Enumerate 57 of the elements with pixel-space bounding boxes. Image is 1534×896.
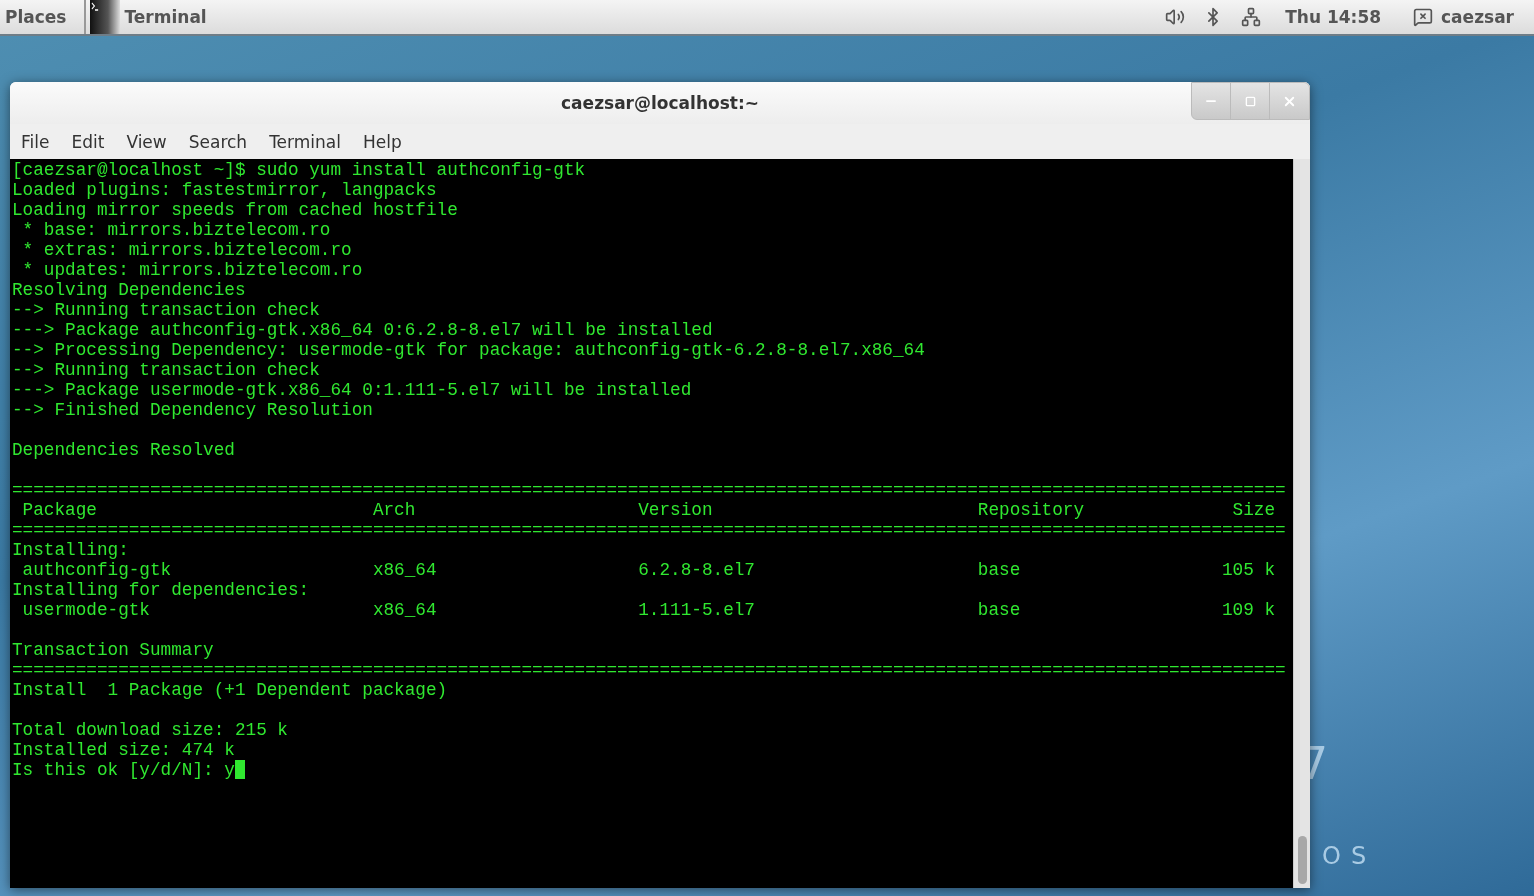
separator-line: ======================================================================================================================== — [11, 660, 1287, 680]
terminal-line: --> Running transaction check — [11, 360, 321, 380]
user-menu[interactable]: caezsar — [1441, 7, 1514, 27]
activity-label[interactable]: Terminal — [124, 7, 207, 27]
terminal-line: Loading mirror speeds from cached hostfile — [11, 200, 459, 220]
table-cell-text: Repository — [977, 500, 1085, 520]
table-cell: 109 k — [1222, 600, 1276, 620]
terminal-line: * base: mirrors.biztelecom.ro — [21, 220, 332, 240]
window-title: caezsar@localhost:~ — [561, 93, 759, 113]
table-cell-text: x86_64 — [372, 560, 438, 580]
table-cell-text: base — [977, 560, 1022, 580]
table-cell-text: Version — [638, 500, 714, 520]
terminal-line: --> Running transaction check — [11, 300, 321, 320]
terminal-line: ---> Package usermode-gtk.x86_64 0:1.111-5.el7 will be installed — [11, 380, 693, 400]
menu-item[interactable]: Edit — [71, 127, 116, 156]
terminal-line: Dependencies Resolved — [11, 440, 236, 460]
separator-line: ======================================================================================================================== — [11, 520, 1287, 540]
terminal-line: Installing for dependencies: — [11, 580, 311, 600]
terminal-line: * extras: mirrors.biztelecom.ro — [21, 240, 353, 260]
terminal-line: Transaction Summary — [11, 640, 215, 660]
terminal-line: * updates: mirrors.biztelecom.ro — [21, 260, 364, 280]
table-cell: 105 k — [1222, 560, 1276, 580]
separator-line: ======================================================================================================================== — [11, 480, 1287, 500]
terminal-line: Installing: — [11, 540, 130, 560]
terminal-line: Loaded plugins: fastestmirror, langpacks — [11, 180, 438, 200]
terminal-line: --> Processing Dependency: usermode-gtk for package: authconfig-gtk-6.2.8-8.el7.x86_64 — [11, 340, 926, 360]
terminal-line: Installed size: 474 k — [11, 740, 236, 760]
terminal-prompt: Is this ok [y/d/N]: y — [12, 760, 235, 780]
table-cell-text: base — [977, 600, 1022, 620]
menu-item[interactable]: Search — [188, 127, 259, 156]
terminal-line: Resolving Dependencies — [11, 280, 247, 300]
menu-item[interactable]: View — [126, 127, 178, 156]
network-icon[interactable] — [1241, 7, 1262, 27]
menu-item[interactable]: File — [21, 127, 61, 156]
terminal-line: --> Finished Dependency Resolution — [11, 400, 374, 420]
menu-item[interactable]: Help — [362, 127, 413, 156]
table-cell-text: x86_64 — [372, 600, 438, 620]
table-cell-text: Package — [21, 500, 98, 520]
menu-item[interactable]: Terminal — [269, 127, 352, 156]
terminal-line: Install 1 Package (+1 Dependent package) — [11, 680, 449, 700]
table-cell-text: authconfig-gtk — [21, 560, 173, 580]
table-cell-text: usermode-gtk — [21, 600, 151, 620]
terminal-line: [caezsar@localhost ~]$ sudo yum install authconfig-gtk — [11, 160, 587, 180]
wallpaper-logo-text: OS — [1322, 842, 1377, 870]
maximize-icon — [1244, 95, 1256, 107]
terminal-line: Total download size: 215 k — [11, 720, 289, 740]
clock[interactable]: Thu 14:58 — [1285, 7, 1382, 27]
places-menu[interactable]: Places — [0, 0, 87, 34]
table-cell-text: 6.2.8-8.el7 — [638, 560, 756, 580]
table-cell-text: 1.111-5.el7 — [638, 600, 756, 620]
volume-icon[interactable] — [1165, 7, 1186, 27]
table-cell: Size — [1232, 500, 1276, 520]
terminal-line: ---> Package authconfig-gtk.x86_64 0:6.2.8-8.el7 will be installed — [11, 320, 714, 340]
terminal-app-icon[interactable] — [90, 0, 121, 34]
table-cell-text: Arch — [372, 500, 417, 520]
scrollbar-thumb[interactable] — [1297, 836, 1307, 884]
chat-icon[interactable] — [1413, 7, 1434, 27]
